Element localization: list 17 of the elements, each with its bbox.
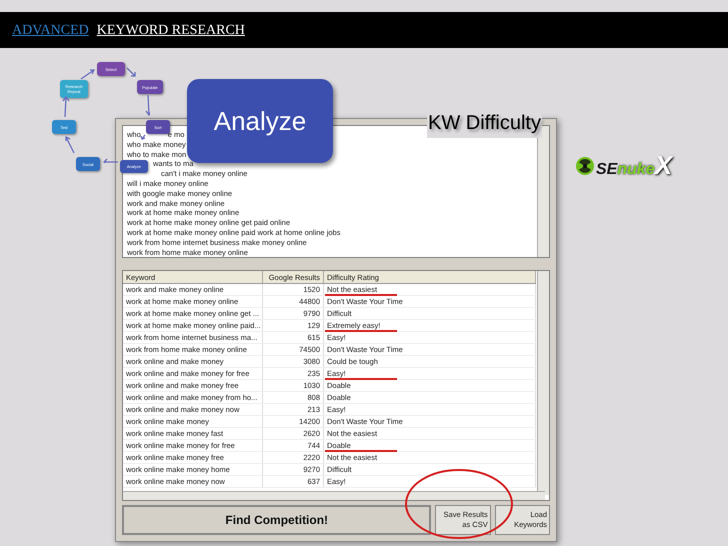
horizontal-scrollbar[interactable] <box>123 491 545 500</box>
arrow <box>65 136 75 154</box>
radiation-icon <box>576 156 594 174</box>
analyze-callout: Analyze <box>187 79 333 163</box>
vertical-scrollbar[interactable] <box>537 271 549 496</box>
arrow <box>145 94 150 116</box>
logo-text: nuke <box>617 161 655 180</box>
slide-title: ADVANCED <box>11 22 89 40</box>
arrow <box>140 134 146 140</box>
logo-text: X <box>654 149 672 182</box>
slide-title: KEYWORD RESEARCH <box>96 22 245 40</box>
logo-text: SE <box>596 160 618 180</box>
arrow <box>80 69 96 80</box>
arrow <box>62 96 70 118</box>
arrow <box>126 67 136 77</box>
find-competition-button[interactable]: Find Competition! <box>122 505 432 536</box>
arrow <box>103 158 119 163</box>
